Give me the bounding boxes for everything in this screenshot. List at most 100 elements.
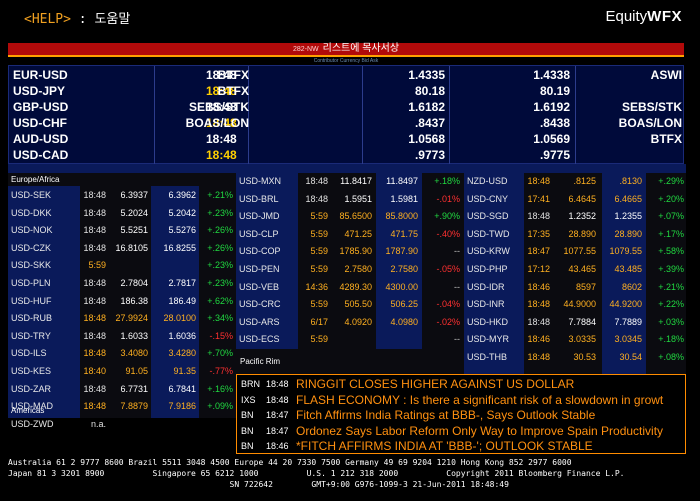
- rate-row[interactable]: USD-SKK 5:59 +.23%: [8, 257, 236, 274]
- currency-pair[interactable]: USD-CHF: [13, 116, 67, 130]
- pacific-rim-title: Pacific Rim: [240, 357, 281, 366]
- rate-row[interactable]: USD-HKD 18:48 7.7884 7.7889 +.03%: [464, 314, 686, 331]
- bid-price: 8597: [575, 281, 596, 292]
- rate-row[interactable]: USD-TWD 17:35 28.890 28.890 +.17%: [464, 226, 686, 243]
- currency-pair[interactable]: USD-SGD: [467, 211, 509, 221]
- rate-row[interactable]: USD-NOK 18:48 5.5251 5.5276 +.26%: [8, 222, 236, 239]
- currency-pair[interactable]: USD-JMD: [239, 211, 280, 221]
- news-headline[interactable]: IXS 18:48 FLASH ECONOMY : Is there a signi…: [237, 392, 685, 407]
- currency-pair[interactable]: USD-HKD: [467, 317, 508, 327]
- currency-pair[interactable]: NZD-USD: [467, 176, 508, 186]
- quote-time: 5:59: [310, 299, 328, 310]
- currency-pair[interactable]: USD-CLP: [239, 229, 279, 239]
- currency-pair[interactable]: AUD-USD: [13, 132, 68, 146]
- bid-price: 1.0568: [408, 132, 445, 146]
- currency-pair[interactable]: USD-MXN: [239, 176, 281, 186]
- currency-pair[interactable]: USD-ZAR: [11, 384, 51, 394]
- rate-row[interactable]: USD-BRL 18:48 1.5951 1.5981 -.01%: [236, 191, 464, 208]
- rate-row[interactable]: USD-SEK 18:48 6.3937 6.3962 +.21%: [8, 187, 236, 204]
- currency-pair[interactable]: USD-IDR: [467, 282, 505, 292]
- news-text[interactable]: FLASH ECONOMY : Is there a significant r…: [296, 393, 663, 407]
- rate-row[interactable]: USD-THB 18:48 30.53 30.54 +.08%: [464, 349, 686, 366]
- currency-pair[interactable]: USD-DKK: [11, 208, 52, 218]
- currency-pair[interactable]: USD-KES: [11, 366, 51, 376]
- rate-row[interactable]: USD-CNY 17:41 6.4645 6.4665 +.20%: [464, 191, 686, 208]
- rate-row[interactable]: USD-ZWD n.a.: [8, 416, 236, 433]
- rate-row[interactable]: USD-KRW 18:47 1077.55 1079.55 +.58%: [464, 243, 686, 260]
- currency-pair[interactable]: USD-TRY: [11, 331, 51, 341]
- currency-pair[interactable]: EUR-USD: [13, 68, 68, 82]
- currency-pair[interactable]: USD-CNY: [467, 194, 508, 204]
- rate-row[interactable]: USD-IDR 18:46 8597 8602 +.21%: [464, 279, 686, 296]
- percent-change: +.34%: [207, 313, 233, 324]
- rate-row[interactable]: USD-ECS 5:59 --: [236, 331, 464, 348]
- news-text[interactable]: Ordonez Says Labor Reform Only Way to Im…: [296, 424, 663, 438]
- major-row[interactable]: USD-CAD 18:48 .9773 .9775: [9, 147, 685, 163]
- major-row[interactable]: USD-CHF 18:48 BOAS/LON .8437.8438 BOAS/LON: [9, 115, 685, 131]
- major-row[interactable]: GBP-USD 18:48 SEBS/STK 1.6182 1.6192 SEBS/STK: [9, 99, 685, 115]
- news-text[interactable]: Fitch Affirms India Ratings at BBB-, Say…: [296, 408, 595, 422]
- currency-pair[interactable]: USD-PEN: [239, 264, 280, 274]
- rate-row[interactable]: USD-ARS 6/17 4.0920 4.0980 -.02%: [236, 314, 464, 331]
- news-headline[interactable]: BN 18:47 Ordonez Says Labor Reform Only Wa…: [237, 423, 685, 438]
- major-row[interactable]: USD-JPY 18:48 BTFX 80.18 80.19: [9, 83, 685, 99]
- rate-row[interactable]: USD-ILS 18:48 3.4080 3.4280 +.70%: [8, 345, 236, 362]
- news-text[interactable]: RINGGIT CLOSES HIGHER AGAINST US DOLLAR: [296, 377, 574, 391]
- rate-row[interactable]: USD-KES 18:40 91.05 91.35 -.77%: [8, 363, 236, 380]
- currency-pair[interactable]: USD-HUF: [11, 296, 52, 306]
- currency-pair[interactable]: USD-INR: [467, 299, 505, 309]
- currency-pair[interactable]: USD-NOK: [11, 225, 53, 235]
- currency-pair[interactable]: USD-ECS: [239, 334, 280, 344]
- rate-row[interactable]: USD-MXN 18:48 11.8417 11.8497 +.18%: [236, 173, 464, 190]
- rate-row[interactable]: USD-JMD 5:59 85.6500 85.8000 +.90%: [236, 208, 464, 225]
- currency-pair[interactable]: USD-PLN: [11, 278, 51, 288]
- rate-row[interactable]: USD-PEN 5:59 2.7580 2.7580 -.05%: [236, 261, 464, 278]
- quote-time: 18:46: [527, 281, 550, 292]
- news-text[interactable]: *FITCH AFFIRMS INDIA AT 'BBB-'; OUTLOOK …: [296, 439, 593, 453]
- rate-row[interactable]: NZD-USD 18:48 .8125 .8130 +.29%: [464, 173, 686, 190]
- rate-row[interactable]: USD-HUF 18:48 186.38 186.49 +.62%: [8, 293, 236, 310]
- rate-row[interactable]: USD-INR 18:48 44.9000 44.9200 +.22%: [464, 296, 686, 313]
- currency-pair[interactable]: USD-JPY: [13, 84, 65, 98]
- major-row[interactable]: EUR-USD 18:48 BTFX 1.4335 1.4338 ASWI: [9, 67, 685, 83]
- currency-pair[interactable]: USD-TWD: [467, 229, 510, 239]
- currency-pair[interactable]: USD-MYR: [467, 334, 509, 344]
- news-headline[interactable]: BN 18:47 Fitch Affirms India Ratings at BB…: [237, 407, 685, 422]
- rate-row[interactable]: USD-ZAR 18:48 6.7731 6.7841 +.16%: [8, 381, 236, 398]
- currency-pair[interactable]: USD-RUB: [11, 313, 52, 323]
- help-key[interactable]: <HELP>: [24, 12, 71, 27]
- quote-time: 18:48: [305, 193, 328, 204]
- rate-row[interactable]: USD-DKK 18:48 5.2024 5.2042 +.23%: [8, 205, 236, 222]
- rate-row[interactable]: USD-PLN 18:48 2.7804 2.7817 +.23%: [8, 275, 236, 292]
- currency-pair[interactable]: USD-ARS: [239, 317, 280, 327]
- rate-row[interactable]: USD-CLP 5:59 471.25 471.75 -.40%: [236, 226, 464, 243]
- news-headline[interactable]: BRN 18:48 RINGGIT CLOSES HIGHER AGAINST US…: [237, 376, 685, 391]
- major-row[interactable]: AUD-USD 18:48 1.0568 1.0569 BTFX: [9, 131, 685, 147]
- currency-pair[interactable]: USD-COP: [239, 246, 281, 256]
- rate-row[interactable]: USD-CZK 18:48 16.8105 16.8255 +.26%: [8, 240, 236, 257]
- rate-row[interactable]: USD-PHP 17:12 43.465 43.485 +.39%: [464, 261, 686, 278]
- currency-pair[interactable]: USD-ILS: [11, 348, 47, 358]
- rate-row[interactable]: USD-RUB 18:48 27.9924 28.0100 +.34%: [8, 310, 236, 327]
- currency-pair[interactable]: USD-THB: [467, 352, 507, 362]
- currency-pair[interactable]: USD-CRC: [239, 299, 281, 309]
- news-headline[interactable]: BN 18:46 *FITCH AFFIRMS INDIA AT 'BBB-'; O…: [237, 438, 685, 453]
- rate-row[interactable]: USD-SGD 18:48 1.2352 1.2355 +.07%: [464, 208, 686, 225]
- currency-pair[interactable]: USD-PHP: [467, 264, 508, 274]
- currency-pair[interactable]: USD-ZWD: [11, 419, 54, 429]
- rate-row[interactable]: USD-COP 5:59 1785.90 1787.90 --: [236, 243, 464, 260]
- screen-code: 282-NW: [292, 46, 319, 53]
- rate-row[interactable]: USD-TRY 18:48 1.6033 1.6036 -.15%: [8, 328, 236, 345]
- currency-pair[interactable]: USD-KRW: [467, 246, 510, 256]
- currency-pair[interactable]: USD-CAD: [13, 148, 68, 162]
- currency-pair[interactable]: USD-BRL: [239, 194, 279, 204]
- currency-pair[interactable]: GBP-USD: [13, 100, 68, 114]
- help-link[interactable]: <HELP> : 도움말: [24, 8, 130, 27]
- currency-pair[interactable]: USD-VEB: [239, 282, 279, 292]
- rate-row[interactable]: USD-CRC 5:59 505.50 506.25 -.04%: [236, 296, 464, 313]
- rate-row[interactable]: USD-MYR 18:46 3.0335 3.0345 +.18%: [464, 331, 686, 348]
- rate-row[interactable]: USD-VEB 14:36 4289.30 4300.00 --: [236, 279, 464, 296]
- currency-pair[interactable]: USD-CZK: [11, 243, 51, 253]
- currency-pair[interactable]: USD-SKK: [11, 260, 51, 270]
- currency-pair[interactable]: USD-SEK: [11, 190, 51, 200]
